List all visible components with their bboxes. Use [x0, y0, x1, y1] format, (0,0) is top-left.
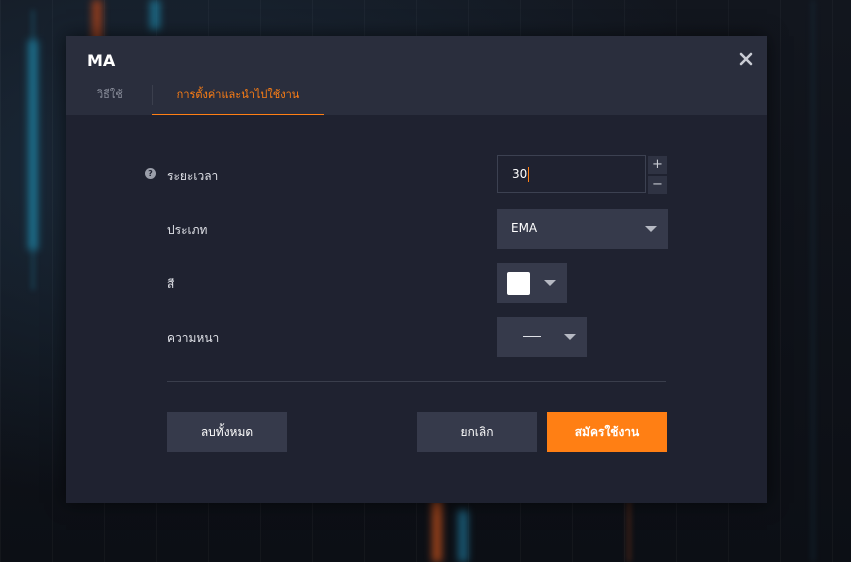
period-label: ระยะเวลา	[167, 169, 219, 183]
chevron-down-icon	[564, 334, 576, 340]
text-caret	[528, 167, 529, 182]
period-decrement-button[interactable]: −	[648, 176, 667, 194]
clear-all-button[interactable]: ลบทั้งหมด	[167, 412, 287, 452]
line-thickness-sample	[523, 336, 541, 337]
thickness-label: ความหนา	[167, 331, 220, 345]
dialog-title: MA	[87, 51, 116, 70]
chevron-down-icon	[544, 280, 556, 286]
tab-how-to-use[interactable]: วิธีใช้	[97, 79, 123, 115]
chevron-down-icon	[645, 226, 657, 232]
color-swatch	[507, 272, 530, 295]
ma-settings-dialog: MA วิธีใช้ การตั้งค่าและนำไปใช้งาน ? ระย…	[66, 36, 767, 503]
section-divider	[167, 381, 666, 382]
type-select-value: EMA	[511, 221, 538, 235]
dialog-header: MA วิธีใช้ การตั้งค่าและนำไปใช้งาน	[66, 36, 767, 115]
color-select[interactable]	[497, 263, 567, 303]
type-label: ประเภท	[167, 223, 208, 237]
type-select[interactable]: EMA	[497, 209, 668, 249]
period-input-value: 30	[512, 167, 528, 181]
apply-button[interactable]: สมัครใช้งาน	[547, 412, 667, 452]
color-label: สี	[167, 277, 175, 291]
period-input[interactable]: 30	[497, 155, 646, 193]
help-icon[interactable]: ?	[145, 168, 156, 179]
thickness-select[interactable]	[497, 317, 587, 357]
close-icon[interactable]	[737, 50, 755, 68]
period-increment-button[interactable]: +	[648, 156, 667, 174]
tab-settings[interactable]: การตั้งค่าและนำไปใช้งาน	[152, 79, 324, 115]
cancel-button[interactable]: ยกเลิก	[417, 412, 537, 452]
